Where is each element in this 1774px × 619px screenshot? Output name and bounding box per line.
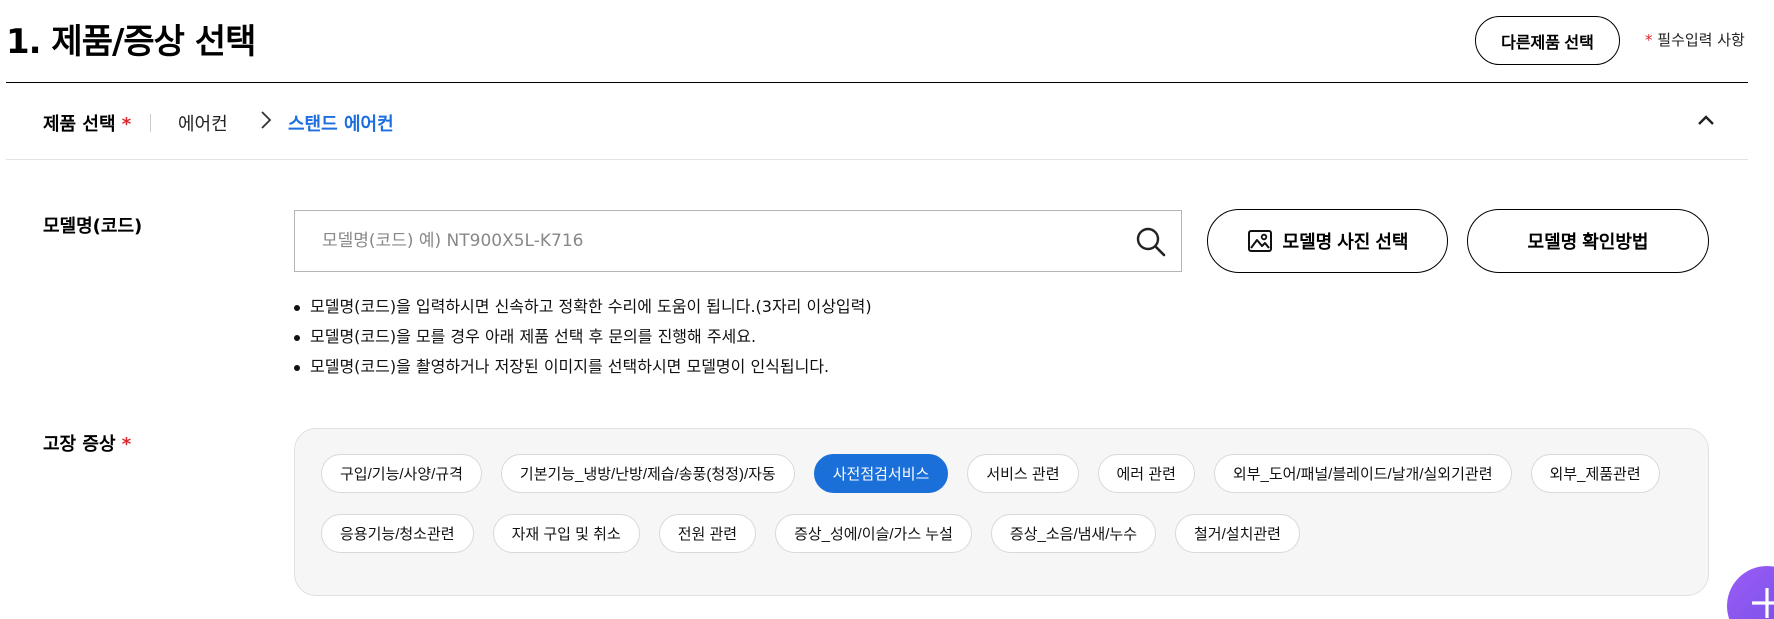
breadcrumb-category[interactable]: 에어컨 — [178, 110, 228, 136]
model-label: 모델명(코드) — [43, 216, 143, 237]
symptom-chip[interactable]: 증상_소음/냄새/누수 — [990, 514, 1156, 553]
required-note: * 필수입력 사항 — [1645, 29, 1745, 50]
symptom-chip[interactable]: 서비스 관련 — [967, 454, 1079, 493]
model-notes: 모델명(코드)을 입력하시면 신속하고 정확한 수리에 도움이 됩니다.(3자리… — [292, 296, 872, 386]
model-search-box — [294, 210, 1182, 272]
symptom-required-star: * — [121, 434, 132, 455]
search-icon[interactable] — [1135, 226, 1167, 258]
symptom-chip[interactable]: 에러 관련 — [1097, 454, 1195, 493]
product-label-text: 제품 선택 — [43, 114, 116, 135]
required-note-text: 필수입력 사항 — [1657, 31, 1745, 49]
model-photo-button-label: 모델명 사진 선택 — [1282, 232, 1409, 252]
product-selection-row: 제품 선택 * 에어컨 스탠드 에어컨 — [6, 90, 1748, 160]
model-note: 모델명(코드)을 입력하시면 신속하고 정확한 수리에 도움이 됩니다.(3자리… — [292, 296, 872, 326]
model-note: 모델명(코드)을 모를 경우 아래 제품 선택 후 문의를 진행해 주세요. — [292, 326, 872, 356]
chevron-up-icon[interactable] — [1694, 108, 1718, 132]
symptom-chip[interactable]: 외부_제품관련 — [1530, 454, 1660, 493]
product-required-star: * — [121, 114, 132, 135]
model-note: 모델명(코드)을 촬영하거나 저장된 이미지를 선택하시면 모델명이 인식됩니다… — [292, 356, 872, 386]
image-icon — [1247, 230, 1272, 252]
symptom-chip[interactable]: 증상_성에/이슬/가스 누설 — [775, 514, 972, 553]
title-divider — [6, 82, 1748, 83]
symptom-chip[interactable]: 기본기능_냉방/난방/제습/송풍(청정)/자동 — [500, 454, 795, 493]
symptom-chip[interactable]: 외부_도어/패널/블레이드/날개/실외기관련 — [1213, 454, 1512, 493]
symptom-chip-selected[interactable]: 사전점검서비스 — [813, 454, 949, 493]
floating-action-button[interactable] — [1727, 566, 1774, 619]
model-howto-button[interactable]: 모델명 확인방법 — [1467, 209, 1709, 273]
product-label-divider — [150, 114, 151, 132]
product-row-divider — [6, 159, 1748, 160]
symptom-chip[interactable]: 응용기능/청소관련 — [321, 514, 474, 553]
chevron-right-icon — [261, 111, 272, 129]
symptom-chip-list: 구입/기능/사양/규격 기본기능_냉방/난방/제습/송풍(청정)/자동 사전점검… — [321, 454, 1701, 553]
product-label: 제품 선택 * — [43, 110, 131, 136]
page-title: 1. 제품/증상 선택 — [6, 22, 256, 62]
breadcrumb-product[interactable]: 스탠드 에어컨 — [288, 110, 394, 136]
model-photo-button[interactable]: 모델명 사진 선택 — [1207, 209, 1448, 273]
required-star: * — [1645, 31, 1653, 49]
symptom-chip[interactable]: 철거/설치관련 — [1175, 514, 1300, 553]
model-code-input[interactable] — [295, 211, 1115, 271]
symptom-chip[interactable]: 구입/기능/사양/규격 — [321, 454, 482, 493]
symptom-panel: 구입/기능/사양/규격 기본기능_냉방/난방/제습/송풍(청정)/자동 사전점검… — [294, 428, 1709, 596]
symptom-chip[interactable]: 자재 구입 및 취소 — [492, 514, 640, 553]
other-product-button[interactable]: 다른제품 선택 — [1475, 16, 1620, 65]
symptom-chip[interactable]: 전원 관련 — [658, 514, 757, 553]
plus-icon — [1752, 588, 1774, 618]
symptom-label: 고장 증상 * — [43, 430, 131, 456]
symptom-label-text: 고장 증상 — [43, 434, 116, 455]
